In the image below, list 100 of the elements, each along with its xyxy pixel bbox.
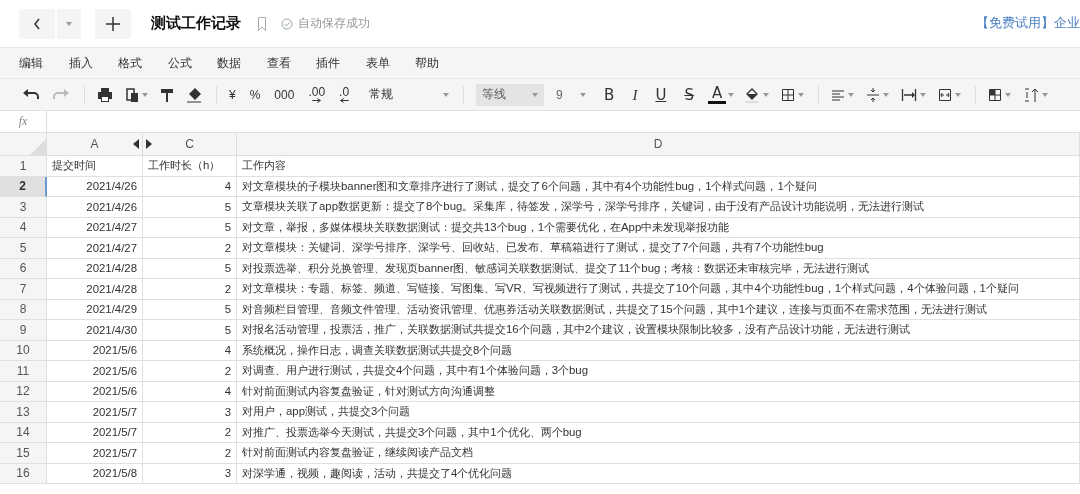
number-format-button[interactable]: % (249, 88, 261, 101)
right-arrow-icon[interactable] (146, 139, 152, 149)
row-header[interactable]: 13 (0, 402, 47, 423)
menu-item[interactable]: 查看 (266, 54, 316, 72)
table-cell: 提交时间 (52, 158, 96, 174)
column-header[interactable]: D (237, 133, 1080, 156)
table-cell: 工作时长（h） (148, 158, 221, 174)
table-cell: 5 (224, 221, 231, 234)
row-header[interactable]: 5 (0, 238, 47, 259)
merge-icon (938, 86, 953, 103)
row-header[interactable]: 3 (0, 197, 47, 218)
row-header[interactable]: 11 (0, 361, 47, 382)
row-header[interactable]: 15 (0, 443, 47, 464)
column-header[interactable]: A (47, 133, 143, 156)
row-header[interactable]: 2 (0, 176, 47, 197)
right-arrow-icon (312, 98, 322, 103)
table-cell: 5 (224, 303, 231, 316)
caret-icon[interactable] (883, 92, 890, 97)
number-format-button[interactable]: 000 (274, 88, 295, 101)
font-size-select[interactable]: 9 (550, 83, 593, 106)
row-header[interactable]: 12 (0, 381, 47, 402)
number-format-button[interactable]: .00 (308, 86, 326, 103)
printer-icon (97, 86, 113, 103)
row-header[interactable]: 7 (0, 279, 47, 300)
borders-button[interactable] (781, 86, 805, 103)
indent-icon (901, 86, 918, 103)
back-button[interactable] (19, 8, 55, 39)
table-cell: 3 (224, 467, 231, 480)
indent-button[interactable] (901, 86, 927, 103)
table-cell: 2 (224, 426, 231, 439)
table-cell: 2021/5/7 (92, 405, 137, 418)
caret-icon[interactable] (955, 92, 962, 97)
number-format-select[interactable]: 常规 (363, 83, 456, 106)
number-format-button[interactable]: .0 (339, 86, 350, 103)
free-trial-link[interactable]: 【免费试用】企业 (976, 15, 1080, 32)
caret-icon[interactable] (920, 92, 927, 97)
caret-icon[interactable] (1005, 92, 1012, 97)
merge-cells-button[interactable] (938, 86, 962, 103)
table-cell: 对推广、投票选举今天测试，共提交3个问题，其中1个优化、两个bug (242, 424, 582, 440)
caret-icon[interactable] (142, 92, 148, 97)
menu-item[interactable]: 帮助 (415, 54, 465, 72)
plus-icon (105, 15, 121, 32)
caret-icon[interactable] (798, 92, 805, 97)
table-cell: 2021/4/26 (86, 180, 137, 193)
check-circle-icon (281, 15, 293, 32)
caret-icon[interactable] (1042, 92, 1049, 97)
menu-item[interactable]: 表单 (365, 54, 415, 72)
row-header[interactable]: 4 (0, 217, 47, 238)
table-cell: 对深学通，视频，趣阅读，活动，共提交了4个优化问题 (242, 465, 513, 481)
table-cell: 2021/5/7 (92, 426, 137, 439)
table-cell: 针对前面测试内容复盘验证，继续阅读产品文档 (242, 445, 473, 461)
freeze-button[interactable] (988, 86, 1012, 103)
print-button[interactable] (97, 86, 113, 103)
table-cell: 对文章，举报，多媒体模块关联数据测试：提交共13个bug，1个需要优化，在App中未发现举报功能 (242, 219, 730, 235)
freeze-grid-icon (988, 86, 1003, 103)
menu-item[interactable]: 插入 (68, 54, 118, 72)
text-style-button[interactable]: I (628, 86, 642, 103)
caret-icon[interactable] (763, 92, 770, 97)
table-cell: 对文章模块：专题、标签、频道、写链接、写图集、写VR、写视频进行了测试，共提交了10个问题，其中4个功能性bug，1个样式问题，4个体验问题，1个疑问 (242, 281, 1019, 297)
table-cell: 2021/5/7 (92, 446, 137, 459)
menu-item[interactable]: 公式 (167, 54, 217, 72)
number-format-button[interactable]: ¥ (229, 88, 236, 101)
caret-icon[interactable] (532, 92, 539, 97)
left-arrow-icon[interactable] (133, 139, 139, 149)
caret-icon[interactable] (443, 92, 450, 97)
table-cell: 工作内容 (242, 158, 286, 174)
menu-item[interactable]: 格式 (118, 54, 168, 72)
new-button[interactable] (95, 8, 131, 39)
table-cell: 对报名活动管理，投票活，推广，关联数据测试共提交16个问题，其中2个建议，设置模块限制比较多，没有产品设计功能，无法进行测试 (242, 322, 910, 338)
caret-icon[interactable] (728, 92, 735, 97)
paste-button[interactable] (125, 86, 148, 103)
document-title: 测试工作记录 (151, 14, 241, 33)
text-style-button[interactable]: S (680, 86, 698, 103)
table-cell: 2021/5/8 (92, 467, 137, 480)
fill-color-button[interactable] (744, 86, 770, 103)
text-style-button[interactable]: A (707, 85, 727, 104)
row-header[interactable]: 9 (0, 320, 47, 341)
text-style-button[interactable]: U (651, 86, 671, 103)
menu-item[interactable]: 编辑 (19, 54, 69, 72)
table-cell: 2 (224, 282, 231, 295)
vertical-align-icon (866, 86, 881, 103)
caret-icon[interactable] (848, 92, 855, 97)
row-header[interactable]: 6 (0, 258, 47, 279)
row-header[interactable]: 14 (0, 422, 47, 443)
table-cell: 2 (224, 241, 231, 254)
column-header[interactable]: C (143, 133, 237, 156)
sort-button[interactable] (1023, 86, 1049, 103)
row-header[interactable]: 1 (0, 156, 47, 177)
caret-icon[interactable] (66, 21, 72, 26)
row-header[interactable]: 10 (0, 340, 47, 361)
table-cell: 2021/5/6 (92, 385, 137, 398)
menu-item[interactable]: 数据 (217, 54, 267, 72)
vertical-align-button[interactable] (866, 86, 890, 103)
font-select[interactable]: 等线 (476, 83, 545, 106)
text-style-button[interactable]: B (600, 86, 619, 103)
row-header[interactable]: 16 (0, 463, 47, 484)
bookmark-icon[interactable] (257, 15, 267, 32)
caret-icon[interactable] (580, 92, 587, 97)
menu-item[interactable]: 插件 (316, 54, 366, 72)
row-header[interactable]: 8 (0, 299, 47, 320)
